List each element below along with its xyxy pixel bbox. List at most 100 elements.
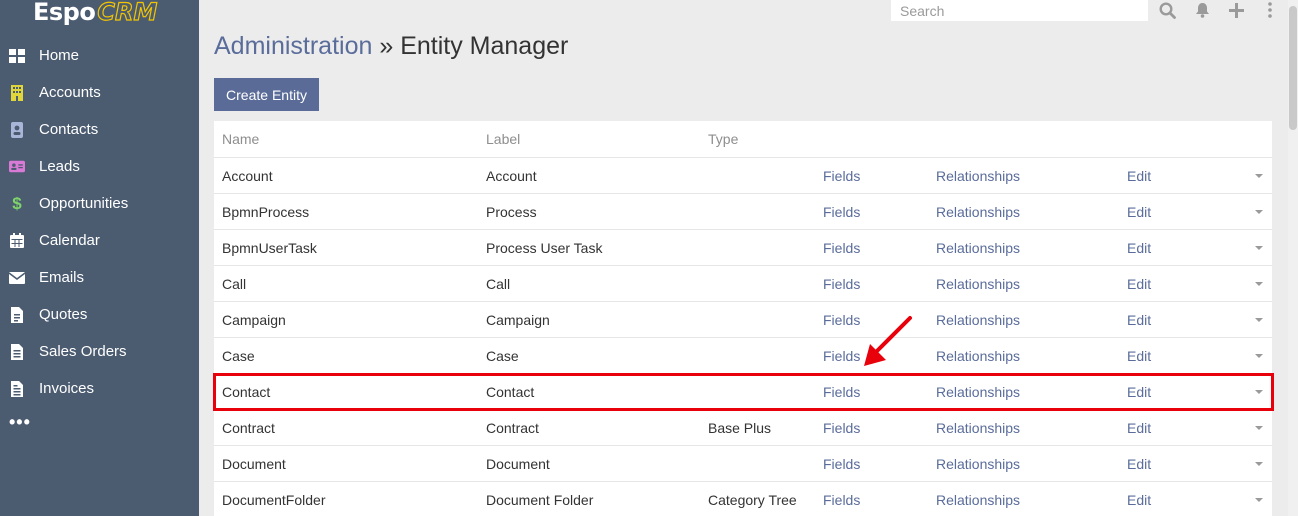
th-large-icon	[9, 48, 25, 64]
row-dropdown-caret-icon[interactable]	[1255, 174, 1263, 178]
relationships-link[interactable]: Relationships	[936, 194, 1020, 230]
sidebar-item-quotes[interactable]: Quotes	[0, 296, 199, 333]
fields-link[interactable]: Fields	[823, 230, 860, 266]
fields-link[interactable]: Fields	[823, 158, 860, 194]
entity-name-cell: Document	[222, 456, 286, 472]
espocrm-logo[interactable]: Espo CRM	[33, 0, 158, 27]
sidebar-item-sales-orders[interactable]: Sales Orders	[0, 333, 199, 370]
table-row: BpmnProcess Process Fields Relationships Edi…	[214, 193, 1272, 229]
edit-link[interactable]: Edit	[1127, 266, 1151, 302]
entity-label-cell: Contract	[486, 420, 539, 436]
entity-type-cell: Base Plus	[708, 420, 772, 436]
edit-link[interactable]: Edit	[1127, 338, 1151, 374]
relationships-link[interactable]: Relationships	[936, 158, 1020, 194]
edit-link[interactable]: Edit	[1127, 230, 1151, 266]
vertical-scrollbar[interactable]	[1288, 0, 1298, 516]
table-row: Account Account Fields Relationships Edit	[214, 157, 1272, 193]
table-row: Contact Contact Fields Relationships Edit	[214, 373, 1272, 409]
fields-link[interactable]: Fields	[823, 446, 860, 482]
column-header-name[interactable]: Name	[222, 121, 259, 157]
row-dropdown-caret-icon[interactable]	[1255, 426, 1263, 430]
row-dropdown-caret-icon[interactable]	[1255, 318, 1263, 322]
sidebar-item-label: Home	[39, 47, 80, 64]
sidebar-item-label: Invoices	[39, 380, 95, 397]
row-dropdown-caret-icon[interactable]	[1255, 462, 1263, 466]
file-invoice-dollar-icon	[9, 380, 25, 397]
fields-link[interactable]: Fields	[823, 266, 860, 302]
relationships-link[interactable]: Relationships	[936, 482, 1020, 516]
table-row: Case Case Fields Relationships Edit	[214, 337, 1272, 373]
row-dropdown-caret-icon[interactable]	[1255, 246, 1263, 250]
relationships-link[interactable]: Relationships	[936, 266, 1020, 302]
search-input[interactable]	[891, 0, 1148, 21]
sidebar-item-label: Calendar	[39, 232, 100, 249]
fields-link[interactable]: Fields	[823, 374, 860, 410]
entity-label-cell: Document	[486, 456, 550, 472]
fields-link[interactable]: Fields	[823, 482, 860, 516]
bell-icon[interactable]	[1192, 0, 1212, 20]
relationships-link[interactable]: Relationships	[936, 302, 1020, 338]
sidebar-item-label: Accounts	[39, 84, 101, 101]
edit-link[interactable]: Edit	[1127, 374, 1151, 410]
fields-link[interactable]: Fields	[823, 410, 860, 446]
sidebar-more-button[interactable]: •••	[0, 407, 199, 444]
entity-label-cell: Process	[486, 204, 537, 220]
entity-label-cell: Call	[486, 276, 511, 292]
logo-accent-text: CRM	[97, 0, 158, 27]
sidebar-item-invoices[interactable]: Invoices	[0, 370, 199, 407]
entity-label-cell: Case	[486, 348, 519, 364]
relationships-link[interactable]: Relationships	[936, 446, 1020, 482]
dollar-icon: $	[12, 193, 22, 213]
edit-link[interactable]: Edit	[1127, 482, 1151, 516]
fields-link[interactable]: Fields	[823, 338, 860, 374]
table-row: Call Call Fields Relationships Edit	[214, 265, 1272, 301]
sidebar-item-label: Emails	[39, 269, 85, 286]
page-title: Administration » Entity Manager	[214, 32, 568, 61]
column-header-label[interactable]: Label	[486, 121, 520, 157]
file-alt-icon	[9, 343, 25, 360]
edit-link[interactable]: Edit	[1127, 194, 1151, 230]
fields-link[interactable]: Fields	[823, 194, 860, 230]
sidebar-item-leads[interactable]: Leads	[0, 148, 199, 185]
relationships-link[interactable]: Relationships	[936, 338, 1020, 374]
entity-name-cell: Campaign	[222, 312, 286, 328]
entity-label-cell: Document Folder	[486, 492, 594, 508]
id-badge-icon	[9, 121, 25, 138]
sidebar-item-emails[interactable]: Emails	[0, 259, 199, 296]
relationships-link[interactable]: Relationships	[936, 410, 1020, 446]
table-row: Contract Contract Base Plus Fields Relations…	[214, 409, 1272, 445]
relationships-link[interactable]: Relationships	[936, 374, 1020, 410]
edit-link[interactable]: Edit	[1127, 158, 1151, 194]
table-row: BpmnUserTask Process User Task Fields Relat…	[214, 229, 1272, 265]
page-title-text: Entity Manager	[400, 32, 569, 60]
relationships-link[interactable]: Relationships	[936, 230, 1020, 266]
row-dropdown-caret-icon[interactable]	[1255, 498, 1263, 502]
sidebar-item-label: Sales Orders	[39, 343, 127, 360]
edit-link[interactable]: Edit	[1127, 446, 1151, 482]
scrollbar-thumb[interactable]	[1289, 6, 1297, 130]
menu-dots-icon[interactable]	[1260, 0, 1280, 20]
sidebar-item-home[interactable]: Home	[0, 37, 199, 74]
row-dropdown-caret-icon[interactable]	[1255, 354, 1263, 358]
search-icon[interactable]	[1157, 0, 1177, 20]
plus-icon[interactable]	[1226, 0, 1246, 20]
entity-name-cell: Contract	[222, 420, 275, 436]
create-entity-button[interactable]: Create Entity	[214, 78, 319, 111]
row-dropdown-caret-icon[interactable]	[1255, 210, 1263, 214]
column-header-type[interactable]: Type	[708, 121, 738, 157]
row-dropdown-caret-icon[interactable]	[1255, 390, 1263, 394]
fields-link[interactable]: Fields	[823, 302, 860, 338]
table-header-row: Name Label Type	[214, 121, 1272, 157]
entity-name-cell: BpmnProcess	[222, 204, 310, 220]
sidebar-item-contacts[interactable]: Contacts	[0, 111, 199, 148]
sidebar-item-accounts[interactable]: Accounts	[0, 74, 199, 111]
row-dropdown-caret-icon[interactable]	[1255, 282, 1263, 286]
edit-link[interactable]: Edit	[1127, 302, 1151, 338]
edit-link[interactable]: Edit	[1127, 410, 1151, 446]
sidebar-item-label: Contacts	[39, 121, 99, 138]
sidebar-item-calendar[interactable]: Calendar	[0, 222, 199, 259]
sidebar-item-opportunities[interactable]: $ Opportunities	[0, 185, 199, 222]
calendar-icon	[9, 233, 25, 249]
breadcrumb-administration[interactable]: Administration	[214, 32, 372, 60]
file-invoice-icon	[9, 306, 25, 323]
